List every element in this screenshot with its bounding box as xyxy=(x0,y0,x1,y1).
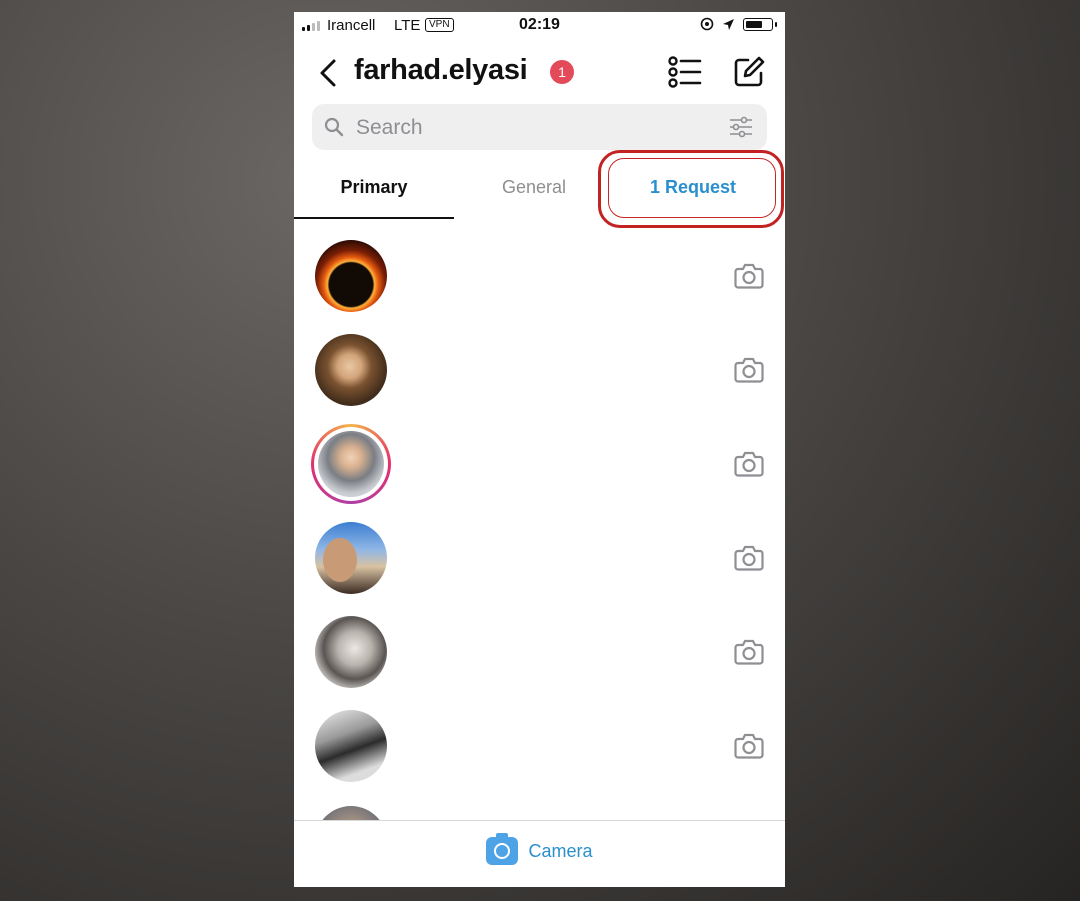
list-icon[interactable] xyxy=(668,56,702,88)
camera-icon[interactable] xyxy=(734,450,764,478)
avatar[interactable] xyxy=(315,616,387,688)
avatar-story-ring[interactable] xyxy=(311,424,391,504)
camera-icon[interactable] xyxy=(734,356,764,384)
avatar xyxy=(318,431,384,497)
camera-button[interactable]: Camera xyxy=(486,833,593,865)
thread-row[interactable] xyxy=(294,323,785,417)
inbox-tabs: Primary General 1 Request xyxy=(294,150,785,228)
battery-icon xyxy=(743,17,777,31)
thread-row[interactable] xyxy=(294,699,785,793)
location-lock-icon xyxy=(700,17,714,31)
account-username[interactable]: farhad.elyasi xyxy=(354,54,528,87)
bottom-bar: Camera xyxy=(294,821,785,887)
avatar[interactable] xyxy=(315,240,387,312)
camera-icon[interactable] xyxy=(734,262,764,290)
search-icon xyxy=(324,117,344,137)
search-input[interactable] xyxy=(354,112,718,144)
thread-row[interactable] xyxy=(294,605,785,699)
avatar[interactable] xyxy=(315,522,387,594)
thread-row[interactable] xyxy=(294,511,785,605)
thread-row[interactable] xyxy=(294,229,785,323)
avatar[interactable] xyxy=(315,334,387,406)
tab-general[interactable]: General xyxy=(454,162,614,217)
avatar[interactable] xyxy=(315,710,387,782)
camera-icon[interactable] xyxy=(734,732,764,760)
location-arrow-icon xyxy=(723,18,734,30)
active-tab-indicator xyxy=(294,217,454,219)
camera-label: Camera xyxy=(528,840,593,861)
highlight-annotation xyxy=(598,150,784,228)
camera-icon[interactable] xyxy=(734,638,764,666)
camera-icon xyxy=(486,833,519,865)
new-message-icon[interactable] xyxy=(732,55,766,89)
notification-badge: 1 xyxy=(550,60,574,84)
status-bar: Irancell LTE VPN 02:19 xyxy=(294,12,785,40)
filter-sliders-icon[interactable] xyxy=(729,116,753,138)
back-chevron-icon[interactable] xyxy=(318,58,338,88)
phone-screen: Irancell LTE VPN 02:19 farhad.elyasi 1 S… xyxy=(294,12,785,887)
header: farhad.elyasi 1 xyxy=(294,50,785,96)
thread-row[interactable] xyxy=(294,417,785,511)
tab-primary[interactable]: Primary xyxy=(294,162,454,217)
search-bar[interactable] xyxy=(312,104,767,150)
camera-icon[interactable] xyxy=(734,544,764,572)
